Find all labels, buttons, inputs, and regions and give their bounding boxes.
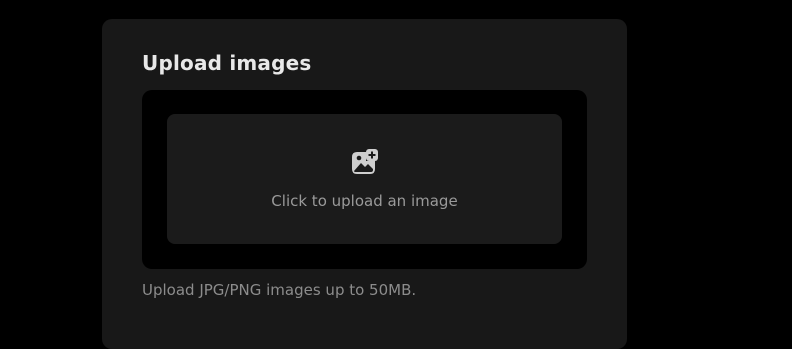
dropzone-label: Click to upload an image (271, 192, 458, 210)
upload-dropzone[interactable]: Click to upload an image (167, 114, 562, 244)
dropzone-frame: Click to upload an image (142, 90, 587, 269)
upload-panel: Upload images Click to upload an image U… (102, 19, 627, 349)
upload-title: Upload images (142, 51, 312, 75)
image-add-icon (350, 147, 380, 177)
upload-hint: Upload JPG/PNG images up to 50MB. (142, 281, 417, 299)
